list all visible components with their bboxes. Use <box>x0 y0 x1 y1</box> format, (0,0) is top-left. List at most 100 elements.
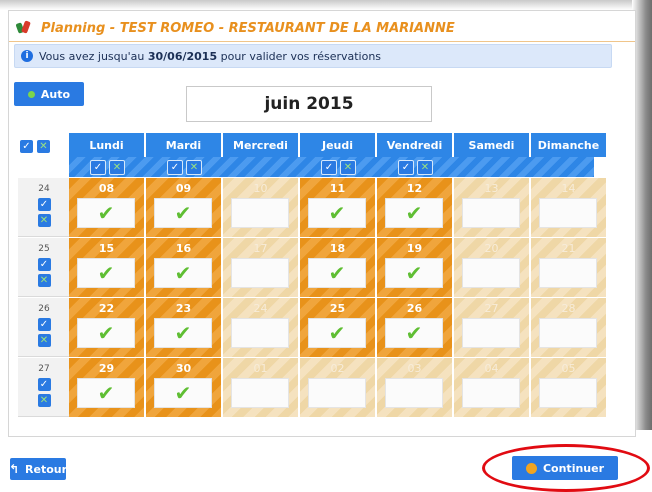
week-number: 24 <box>38 184 50 194</box>
reservation-box <box>462 198 520 228</box>
day-cell: 24 <box>223 298 298 357</box>
title-bar: Planning - TEST ROMEO - RESTAURANT DE LA… <box>15 16 455 40</box>
reservation-box <box>385 378 443 408</box>
week-row: 25 ✓ ✕ 15 ✔ 16 ✔ 17 18 ✔ 19 ✔ 20 21 <box>14 238 606 297</box>
week-check-icon[interactable]: ✓ <box>37 378 51 391</box>
checkmark-icon: ✔ <box>97 321 115 345</box>
day-cell[interactable]: 16 ✔ <box>146 238 221 297</box>
checkmark-icon: ✔ <box>328 201 346 225</box>
info-text-before: Vous avez jusqu'au <box>39 49 145 63</box>
continue-button[interactable]: Continuer <box>512 456 618 480</box>
day-header: Lundi <box>69 133 144 157</box>
column-uncheck-icon[interactable]: ✕ <box>109 160 125 175</box>
day-number: 15 <box>98 242 115 255</box>
checkmark-icon: ✔ <box>174 261 192 285</box>
day-cell[interactable]: 26 ✔ <box>377 298 452 357</box>
column-check-icon[interactable]: ✓ <box>167 160 183 175</box>
day-header: Mardi <box>146 133 221 157</box>
back-label: Retour <box>25 462 68 476</box>
week-check-icon[interactable]: ✓ <box>37 198 51 211</box>
column-select: ✓ ✕ <box>321 160 356 175</box>
column-uncheck-icon[interactable]: ✕ <box>186 160 202 175</box>
back-button[interactable]: ↰ Retour <box>9 458 68 480</box>
column-check-icon[interactable]: ✓ <box>90 160 106 175</box>
week-uncheck-icon[interactable]: ✕ <box>37 214 51 227</box>
reservation-box[interactable]: ✔ <box>385 258 443 288</box>
day-cell[interactable]: 11 ✔ <box>300 178 375 237</box>
reservation-box[interactable]: ✔ <box>154 318 212 348</box>
checkmark-icon: ✔ <box>97 381 115 405</box>
uncheck-all-icon[interactable]: ✕ <box>37 140 50 153</box>
day-cell[interactable]: 09 ✔ <box>146 178 221 237</box>
week-number: 26 <box>38 304 50 314</box>
day-cell[interactable]: 18 ✔ <box>300 238 375 297</box>
day-number: 01 <box>253 362 268 375</box>
week-uncheck-icon[interactable]: ✕ <box>37 334 51 347</box>
reservation-box[interactable]: ✔ <box>308 258 366 288</box>
week-selector: 27 ✓ ✕ <box>18 358 70 417</box>
day-cell: 03 <box>377 358 452 417</box>
reservation-box[interactable]: ✔ <box>385 318 443 348</box>
day-cell: 01 <box>223 358 298 417</box>
day-number: 22 <box>98 302 115 315</box>
day-cell[interactable]: 15 ✔ <box>69 238 144 297</box>
reservation-box <box>462 378 520 408</box>
day-number: 24 <box>253 302 268 315</box>
week-uncheck-icon[interactable]: ✕ <box>37 394 51 407</box>
window-top-shadow <box>0 0 652 10</box>
day-cell[interactable]: 29 ✔ <box>69 358 144 417</box>
column-check-icon[interactable]: ✓ <box>321 160 337 175</box>
day-cell: 14 <box>531 178 606 237</box>
day-cell[interactable]: 30 ✔ <box>146 358 221 417</box>
week-uncheck-icon[interactable]: ✕ <box>37 274 51 287</box>
day-number: 25 <box>329 302 346 315</box>
day-cell[interactable]: 19 ✔ <box>377 238 452 297</box>
week-number: 27 <box>38 364 50 374</box>
day-cell[interactable]: 08 ✔ <box>69 178 144 237</box>
day-cell[interactable]: 22 ✔ <box>69 298 144 357</box>
checkmark-icon: ✔ <box>97 261 115 285</box>
checkmark-icon: ✔ <box>405 321 423 345</box>
reservation-box <box>539 258 597 288</box>
auto-label: Auto <box>40 87 71 101</box>
window-title: Planning - TEST ROMEO - RESTAURANT DE LA… <box>41 20 455 36</box>
reservation-box[interactable]: ✔ <box>77 258 135 288</box>
week-selector: 26 ✓ ✕ <box>18 298 70 357</box>
day-number: 08 <box>98 182 115 195</box>
reservation-box[interactable]: ✔ <box>154 378 212 408</box>
reservation-box[interactable]: ✔ <box>77 318 135 348</box>
reservation-box[interactable]: ✔ <box>154 258 212 288</box>
week-number: 25 <box>38 244 50 254</box>
day-number: 12 <box>406 182 423 195</box>
reservation-box <box>231 198 289 228</box>
reservation-box[interactable]: ✔ <box>308 198 366 228</box>
day-number: 03 <box>407 362 422 375</box>
checkmark-icon: ✔ <box>405 261 423 285</box>
continue-dot-icon <box>525 462 537 474</box>
reservation-box[interactable]: ✔ <box>77 198 135 228</box>
day-number: 23 <box>175 302 192 315</box>
reservation-box[interactable]: ✔ <box>77 378 135 408</box>
column-select: ✓ ✕ <box>90 160 125 175</box>
week-check-icon[interactable]: ✓ <box>37 318 51 331</box>
check-all-icon[interactable]: ✓ <box>20 140 33 153</box>
day-cell[interactable]: 25 ✔ <box>300 298 375 357</box>
reservation-box[interactable]: ✔ <box>154 198 212 228</box>
day-number: 18 <box>329 242 346 255</box>
week-check-icon[interactable]: ✓ <box>37 258 51 271</box>
column-check-icon[interactable]: ✓ <box>398 160 414 175</box>
day-cell[interactable]: 12 ✔ <box>377 178 452 237</box>
column-uncheck-icon[interactable]: ✕ <box>340 160 356 175</box>
column-uncheck-icon[interactable]: ✕ <box>417 160 433 175</box>
day-number: 10 <box>253 182 268 195</box>
auto-button[interactable]: Auto <box>14 82 84 106</box>
reservation-box[interactable]: ✔ <box>308 318 366 348</box>
reservation-box[interactable]: ✔ <box>385 198 443 228</box>
day-cell: 02 <box>300 358 375 417</box>
week-row: 26 ✓ ✕ 22 ✔ 23 ✔ 24 25 ✔ 26 ✔ 27 28 <box>14 298 606 357</box>
reservation-box <box>231 258 289 288</box>
day-number: 16 <box>175 242 192 255</box>
title-divider <box>9 41 635 42</box>
week-selector: 24 ✓ ✕ <box>18 178 70 237</box>
day-cell[interactable]: 23 ✔ <box>146 298 221 357</box>
